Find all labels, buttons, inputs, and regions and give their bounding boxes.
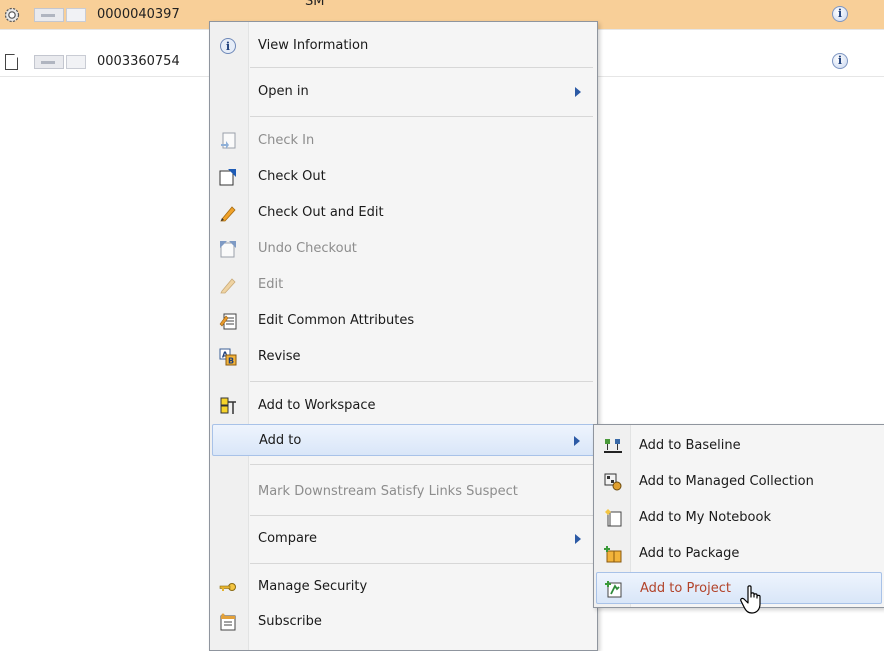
menu-item-label: Check Out and Edit [258,205,384,220]
menu-item-edit-common-attributes[interactable]: Edit Common Attributes [212,305,595,337]
edit-attributes-icon [219,313,237,330]
menu-item-label: Edit Common Attributes [258,313,415,328]
submenu-item-label: Add to Project [640,581,731,596]
menu-item-label: Check Out [258,169,326,184]
menu-item-label: View Information [258,38,369,53]
menu-item-add-to[interactable]: Add to [212,424,595,456]
menu-item-edit: Edit [212,269,595,301]
menu-item-check-in: Check In [212,125,595,157]
menu-item-label: Edit [258,277,284,292]
row-id[interactable]: 0000040397 [97,7,180,22]
thumbnail [34,8,88,22]
subscribe-icon [220,613,236,631]
menu-item-undo-checkout: Undo Checkout [212,233,595,265]
submenu-item-label: Add to Baseline [639,438,741,453]
baseline-icon [604,439,622,453]
menu-item-label: Check In [258,133,315,148]
menu-item-view-information[interactable]: i View Information [212,30,595,62]
menu-item-add-to-workspace[interactable]: Add to Workspace [212,390,595,422]
menu-item-label: Add to Workspace [258,398,376,413]
managed-collection-icon [604,473,622,491]
menu-item-manage-security[interactable]: Manage Security [212,571,595,603]
thumbnail [34,55,88,69]
package-icon [604,546,622,563]
menu-separator [250,67,593,68]
context-menu: i View Information Open in Check In Chec… [209,21,598,651]
menu-item-label: Add to [259,433,302,448]
workspace-icon [220,397,236,414]
gear-icon [4,7,20,23]
menu-separator [250,381,593,382]
add-to-submenu: Add to Baseline Add to Managed Collectio… [593,424,884,608]
pencil-icon [220,206,236,222]
row-id[interactable]: 0003360754 [97,54,180,69]
svg-text:B: B [228,357,234,366]
check-out-icon [219,169,236,186]
menu-item-label: Manage Security [258,579,368,594]
info-icon[interactable]: i [832,6,848,22]
row-extra: SM [305,0,325,9]
check-in-icon [221,132,236,149]
menu-item-check-out-and-edit[interactable]: Check Out and Edit [212,197,595,229]
document-icon [5,54,18,70]
submenu-item-add-to-my-notebook[interactable]: Add to My Notebook [596,502,882,534]
submenu-arrow-icon [574,436,580,446]
notebook-icon [605,509,622,527]
menu-item-label: Compare [258,531,317,546]
submenu-item-label: Add to My Notebook [639,510,771,525]
menu-item-label: Open in [258,84,309,99]
revise-icon: A B [219,348,237,366]
menu-item-label: Revise [258,349,301,364]
menu-separator [250,515,593,516]
menu-item-compare[interactable]: Compare [212,523,595,555]
menu-item-revise[interactable]: A B Revise [212,341,595,373]
svg-text:i: i [226,40,230,53]
pencil-icon [220,278,236,294]
submenu-arrow-icon [575,87,581,97]
info-icon[interactable]: i [832,53,848,69]
menu-item-label: Undo Checkout [258,241,357,256]
menu-item-subscribe[interactable]: Subscribe [212,606,595,638]
menu-item-label: Mark Downstream Satisfy Links Suspect [258,484,518,499]
project-icon [605,581,622,598]
submenu-item-add-to-managed-collection[interactable]: Add to Managed Collection [596,466,882,498]
submenu-arrow-icon [575,534,581,544]
key-icon [219,583,236,591]
submenu-item-label: Add to Managed Collection [639,474,814,489]
menu-item-label: Subscribe [258,614,322,629]
submenu-item-add-to-baseline[interactable]: Add to Baseline [596,430,882,462]
submenu-item-add-to-project[interactable]: Add to Project [596,572,882,604]
menu-item-open-in[interactable]: Open in [212,76,595,108]
submenu-item-label: Add to Package [639,546,740,561]
menu-separator [250,563,593,564]
hand-cursor-icon [740,585,761,614]
menu-item-mark-downstream-satisfy-links-suspect: Mark Downstream Satisfy Links Suspect [212,476,595,508]
menu-separator [250,116,593,117]
undo-checkout-icon [220,241,236,258]
menu-separator [250,464,593,465]
info-icon: i [220,38,236,54]
menu-item-check-out[interactable]: Check Out [212,161,595,193]
submenu-item-add-to-package[interactable]: Add to Package [596,538,882,570]
